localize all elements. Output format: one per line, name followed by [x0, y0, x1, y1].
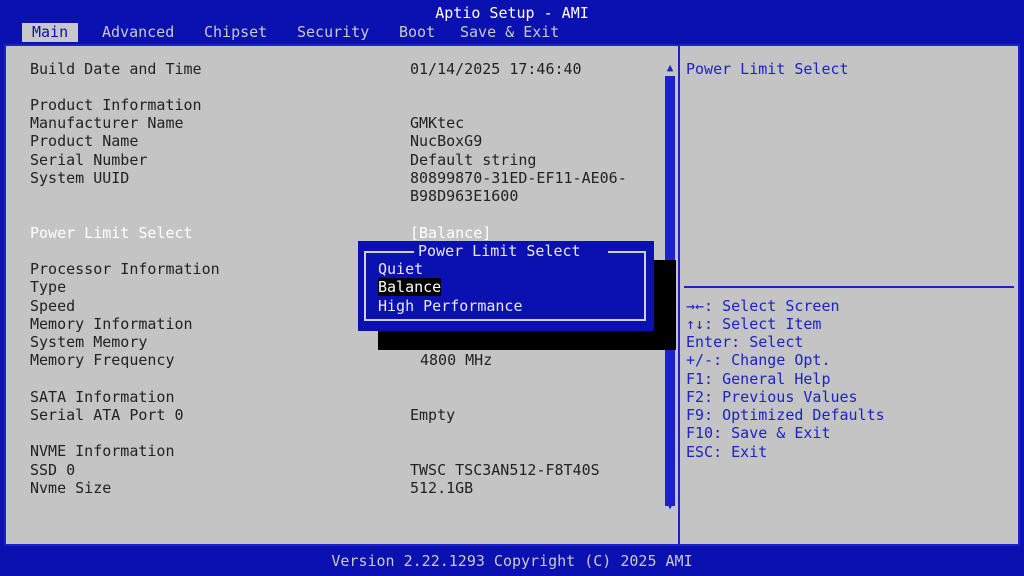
system-uuid-value-line2: B98D963E1600 — [410, 187, 519, 205]
help-key-f1: F1: General Help — [686, 370, 831, 388]
ssd-label: SSD 0 — [30, 461, 76, 479]
help-key-f9: F9: Optimized Defaults — [686, 406, 885, 424]
tab-save-exit[interactable]: Save & Exit — [460, 23, 559, 42]
sata-port-value: Empty — [410, 406, 456, 424]
sata-port-label: Serial ATA Port 0 — [30, 406, 184, 424]
ssd-value: TWSC TSC3AN512-F8T40S — [410, 461, 600, 479]
build-date-value: 01/14/2025 17:46:40 — [410, 60, 582, 78]
scroll-down-arrow-icon[interactable]: ▼ — [664, 500, 676, 512]
power-limit-value[interactable]: [Balance] — [410, 224, 491, 242]
popup-title: Power Limit Select — [418, 242, 581, 260]
help-key-f2: F2: Previous Values — [686, 388, 858, 406]
scroll-up-arrow-icon[interactable]: ▲ — [664, 62, 676, 74]
help-key-enter: Enter: Select — [686, 333, 804, 351]
sata-info-heading: SATA Information — [30, 388, 175, 406]
system-uuid-value-line1: 80899870-31ED-EF11-AE06- — [410, 169, 627, 187]
popup-frame-top-left — [364, 251, 414, 253]
help-key-esc: ESC: Exit — [686, 443, 768, 461]
tab-chipset[interactable]: Chipset — [204, 23, 267, 42]
product-name-value: NucBoxG9 — [410, 132, 483, 150]
footer-version: Version 2.22.1293 Copyright (C) 2025 AMI — [0, 548, 1024, 576]
popup-option-balance[interactable]: Balance — [378, 278, 442, 296]
manufacturer-value: GMKtec — [410, 114, 465, 132]
speed-label: Speed — [30, 297, 76, 315]
popup-frame-top-right — [608, 251, 646, 253]
nvme-size-label: Nvme Size — [30, 479, 112, 497]
nvme-size-value: 512.1GB — [410, 479, 474, 497]
system-uuid-label: System UUID — [30, 169, 130, 187]
tab-security[interactable]: Security — [297, 23, 369, 42]
power-limit-popup: Power Limit Select Quiet Balance High Pe… — [358, 241, 654, 331]
power-limit-label[interactable]: Power Limit Select — [30, 224, 193, 242]
serial-number-label: Serial Number — [30, 151, 148, 169]
popup-option-high-performance[interactable]: High Performance — [378, 297, 523, 315]
tab-boot[interactable]: Boot — [399, 23, 435, 42]
system-memory-label: System Memory — [30, 333, 148, 351]
memory-frequency-value: 4800 MHz — [420, 351, 493, 369]
popup-option-quiet[interactable]: Quiet — [378, 260, 423, 278]
product-name-label: Product Name — [30, 132, 139, 150]
build-date-label: Build Date and Time — [30, 60, 202, 78]
nvme-info-heading: NVME Information — [30, 442, 175, 460]
manufacturer-label: Manufacturer Name — [30, 114, 184, 132]
serial-number-value: Default string — [410, 151, 537, 169]
help-title: Power Limit Select — [686, 60, 849, 78]
help-separator — [684, 286, 1014, 288]
panel-divider — [678, 44, 680, 546]
help-key-f10: F10: Save & Exit — [686, 424, 831, 442]
product-info-heading: Product Information — [30, 96, 202, 114]
help-key-change-opt: +/-: Change Opt. — [686, 351, 831, 369]
help-key-select-screen: →←: Select Screen — [686, 297, 840, 315]
tab-advanced[interactable]: Advanced — [102, 23, 174, 42]
memory-info-heading: Memory Information — [30, 315, 193, 333]
type-label: Type — [30, 278, 67, 296]
help-key-select-item: ↑↓: Select Item — [686, 315, 822, 333]
tab-main[interactable]: Main — [22, 23, 79, 42]
window-title: Aptio Setup - AMI — [435, 4, 589, 22]
processor-info-heading: Processor Information — [30, 260, 220, 278]
memory-frequency-label: Memory Frequency — [30, 351, 175, 369]
